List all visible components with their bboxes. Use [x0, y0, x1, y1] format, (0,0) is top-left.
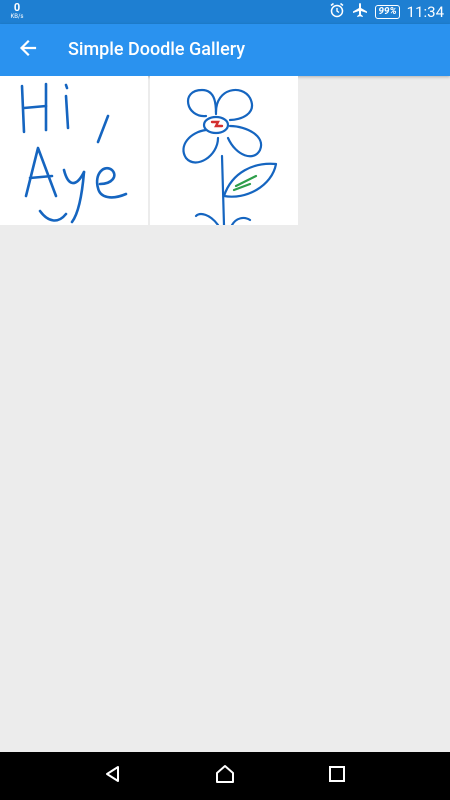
home-circle-icon [214, 763, 236, 789]
page-title: Simple Doodle Gallery [68, 39, 246, 60]
network-speed-value: 0 [13, 1, 21, 14]
nav-back-button[interactable] [89, 752, 137, 800]
app-bar: Simple Doodle Gallery [0, 24, 450, 76]
recents-square-icon [328, 765, 346, 787]
airplane-icon [352, 2, 368, 22]
doodle-flower-image [182, 88, 278, 225]
network-speed: 0 KB/s [6, 2, 28, 20]
gallery-item-flower[interactable] [150, 76, 298, 225]
status-icons: 99% 11:34 [329, 0, 444, 24]
alarm-icon [329, 2, 345, 22]
back-triangle-icon [103, 764, 123, 788]
battery-icon: 99% [375, 5, 400, 19]
nav-recents-button[interactable] [313, 752, 361, 800]
doodle-hi-aye-image [20, 82, 128, 224]
nav-home-button[interactable] [201, 752, 249, 800]
system-nav-bar [0, 752, 450, 800]
gallery-item-hi-aye[interactable] [0, 76, 148, 225]
gallery-grid [0, 76, 298, 225]
clock: 11:34 [406, 3, 444, 21]
back-button[interactable] [8, 30, 48, 70]
arrow-back-icon [18, 38, 38, 62]
network-speed-unit: KB/s [10, 13, 24, 20]
status-bar: 0 KB/s 99% 11:34 [0, 0, 450, 24]
